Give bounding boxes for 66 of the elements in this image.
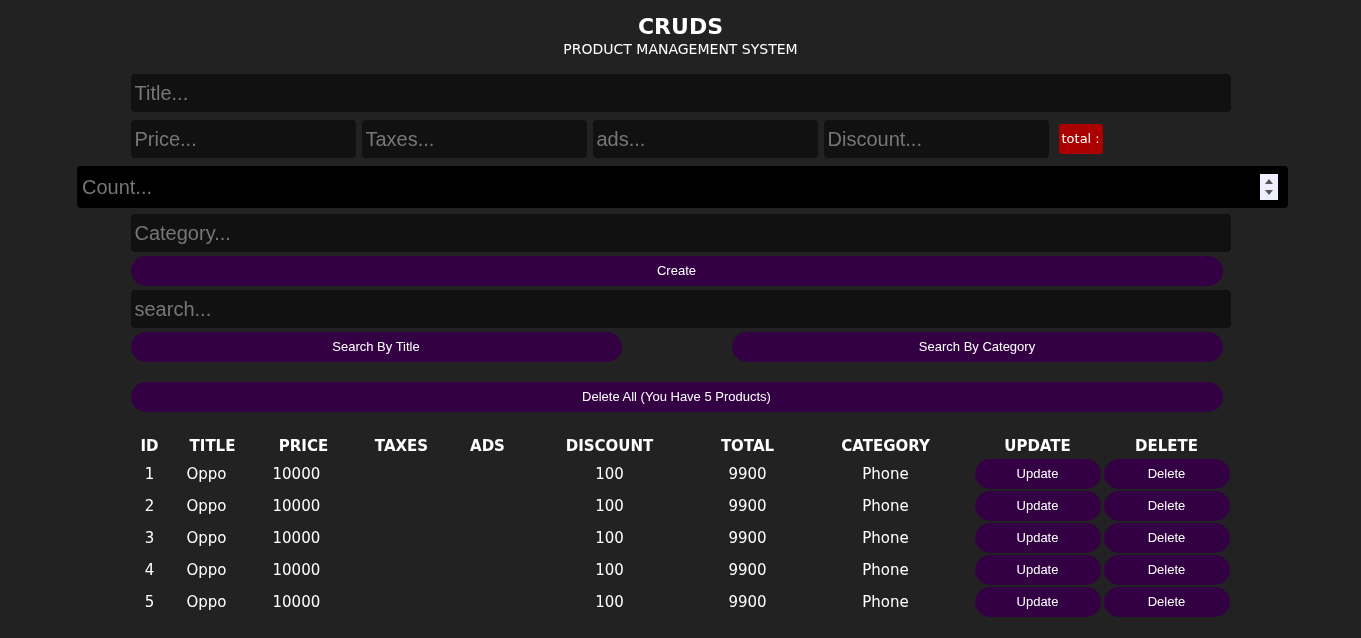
- table-cell: 2: [144, 496, 155, 515]
- table-cell: 9900: [728, 528, 767, 547]
- table-cell: 9900: [728, 560, 767, 579]
- create-button[interactable]: Create: [130, 256, 1223, 286]
- column-header: DELETE: [1134, 435, 1199, 457]
- category-field[interactable]: Category...: [130, 214, 1231, 252]
- table-cell: 100: [595, 496, 624, 515]
- table-cell: 10000: [272, 464, 321, 483]
- ads-field[interactable]: ads...: [592, 120, 818, 158]
- delete-button[interactable]: Delete: [1103, 555, 1230, 585]
- table-cell: Phone: [862, 560, 909, 579]
- taxes-field[interactable]: Taxes...: [361, 120, 587, 158]
- title-field[interactable]: Title...: [130, 74, 1231, 112]
- table-cell: 100: [595, 560, 624, 579]
- column-header: TOTAL: [719, 435, 776, 457]
- table-cell: Phone: [862, 592, 909, 611]
- table-cell: 100: [595, 464, 624, 483]
- table-cell: 10000: [272, 528, 321, 547]
- update-button[interactable]: Update: [974, 555, 1101, 585]
- table-cell: 4: [144, 560, 155, 579]
- page-title: CRUDS: [636, 14, 725, 40]
- table-cell: Phone: [862, 464, 909, 483]
- column-header: ADS: [469, 435, 506, 457]
- column-header: TITLE: [188, 435, 237, 457]
- column-header: ID: [139, 435, 160, 457]
- table-cell: Oppo: [186, 592, 227, 611]
- total-badge: total :: [1058, 124, 1103, 154]
- delete-button[interactable]: Delete: [1103, 523, 1230, 553]
- table-cell: 9900: [728, 496, 767, 515]
- table-cell: 10000: [272, 496, 321, 515]
- table-cell: 10000: [272, 560, 321, 579]
- update-button[interactable]: Update: [974, 459, 1101, 489]
- discount-field[interactable]: Discount...: [823, 120, 1049, 158]
- spinner-icon[interactable]: [1260, 174, 1278, 200]
- table-cell: 3: [144, 528, 155, 547]
- delete-button[interactable]: Delete: [1103, 587, 1230, 617]
- column-header: DISCOUNT: [564, 435, 655, 457]
- table-cell: Oppo: [186, 464, 227, 483]
- delete-button[interactable]: Delete: [1103, 459, 1230, 489]
- delete-all-button[interactable]: Delete All (You Have 5 Products): [130, 382, 1223, 412]
- delete-button[interactable]: Delete: [1103, 491, 1230, 521]
- update-button[interactable]: Update: [974, 491, 1101, 521]
- table-cell: 9900: [728, 464, 767, 483]
- column-header: CATEGORY: [840, 435, 931, 457]
- column-header: TAXES: [373, 435, 430, 457]
- table-cell: 10000: [272, 592, 321, 611]
- price-field[interactable]: Price...: [130, 120, 356, 158]
- page-subtitle: PRODUCT MANAGEMENT SYSTEM: [562, 40, 799, 58]
- column-header: UPDATE: [1003, 435, 1072, 457]
- table-cell: Phone: [862, 528, 909, 547]
- table-cell: Oppo: [186, 560, 227, 579]
- update-button[interactable]: Update: [974, 523, 1101, 553]
- search-field[interactable]: search...: [130, 290, 1231, 328]
- table-cell: 9900: [728, 592, 767, 611]
- table-cell: 5: [144, 592, 155, 611]
- table-cell: Oppo: [186, 496, 227, 515]
- table-cell: 100: [595, 528, 624, 547]
- table-cell: 1: [144, 464, 155, 483]
- table-cell: 100: [595, 592, 624, 611]
- count-field[interactable]: Count...: [77, 166, 1288, 208]
- search-by-title-button[interactable]: Search By Title: [130, 332, 622, 362]
- search-by-category-button[interactable]: Search By Category: [731, 332, 1223, 362]
- update-button[interactable]: Update: [974, 587, 1101, 617]
- table-cell: Oppo: [186, 528, 227, 547]
- column-header: PRICE: [277, 435, 330, 457]
- table-cell: Phone: [862, 496, 909, 515]
